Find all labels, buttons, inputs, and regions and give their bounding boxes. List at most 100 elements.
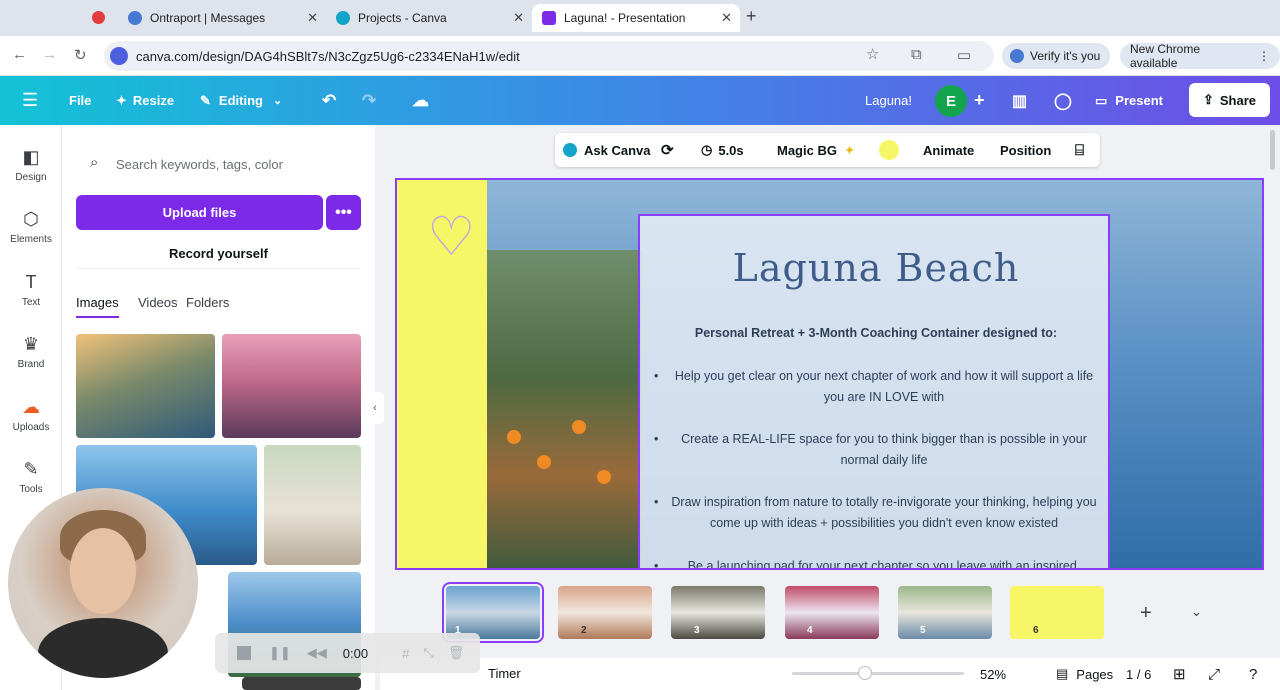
- extensions-icon[interactable]: ⧉: [911, 46, 922, 63]
- cloud-saved-icon[interactable]: ☁: [412, 76, 429, 125]
- undo-icon[interactable]: ↶: [322, 76, 336, 125]
- rewind-icon[interactable]: ◀◀: [307, 645, 327, 661]
- more-options-button[interactable]: •••: [326, 195, 361, 230]
- rail-item-uploads[interactable]: ☁ Uploads: [0, 397, 62, 433]
- slide-bullet[interactable]: Draw inspiration from nature to totally …: [654, 492, 1104, 534]
- slide-subtitle[interactable]: Personal Retreat + 3-Month Coaching Cont…: [640, 326, 1112, 340]
- reload-icon[interactable]: ↻: [74, 46, 87, 64]
- page-thumbnail[interactable]: [785, 586, 879, 639]
- paint-format-icon[interactable]: ⌸: [1075, 133, 1084, 167]
- upload-files-button[interactable]: Upload files: [76, 195, 323, 230]
- chevron-down-icon[interactable]: ⌄: [1191, 604, 1202, 620]
- stop-icon[interactable]: [237, 646, 251, 660]
- tab-laguna-presentation[interactable]: Laguna! - Presentation ✕: [532, 4, 740, 32]
- fullscreen-icon[interactable]: ⤢: [1208, 658, 1220, 690]
- cliff-flowers-image[interactable]: [487, 250, 642, 568]
- record-yourself-button[interactable]: Record yourself: [76, 239, 361, 269]
- pages-button[interactable]: ▤ Pages: [1056, 658, 1113, 690]
- present-button[interactable]: ▭ Present: [1095, 76, 1163, 125]
- timer-button[interactable]: Timer: [488, 666, 521, 681]
- color-swatch[interactable]: [879, 140, 899, 160]
- grid-icon[interactable]: #: [402, 646, 409, 661]
- position-button[interactable]: Position: [1000, 133, 1051, 167]
- cast-icon[interactable]: ▭: [957, 46, 971, 64]
- insights-chart-icon[interactable]: ▥: [1012, 76, 1027, 125]
- add-collaborator-icon[interactable]: +: [974, 76, 985, 125]
- new-tab-icon[interactable]: +: [746, 6, 757, 27]
- slide-bullet[interactable]: Help you get clear on your next chapter …: [654, 366, 1104, 408]
- site-info-icon[interactable]: [110, 47, 128, 65]
- search-input[interactable]: ⌕ Search keywords, tags, color: [76, 147, 361, 181]
- grid-view-icon[interactable]: ⊞: [1173, 658, 1186, 690]
- animate-button[interactable]: Animate: [923, 133, 974, 167]
- heart-doodle-icon[interactable]: ♡: [427, 205, 475, 268]
- page-counter[interactable]: 1 / 6: [1126, 658, 1151, 690]
- verify-button[interactable]: Verify it's you: [1002, 43, 1111, 69]
- zoom-slider-handle[interactable]: [858, 666, 872, 680]
- close-icon[interactable]: ✕: [721, 10, 732, 26]
- image-thumbnail[interactable]: [264, 445, 361, 565]
- file-menu[interactable]: File: [69, 76, 91, 125]
- pause-icon[interactable]: ❚❚: [269, 645, 291, 661]
- update-label: New Chrome available: [1130, 42, 1201, 70]
- avatar[interactable]: E: [935, 85, 967, 117]
- slide-bullet[interactable]: Create a REAL-LIFE space for you to thin…: [654, 429, 1104, 471]
- image-thumbnail[interactable]: [222, 334, 361, 438]
- magic-bg-button[interactable]: Magic BG ✦: [777, 133, 854, 167]
- canvas-scrollbar[interactable]: [1270, 130, 1275, 170]
- zoom-slider[interactable]: [792, 672, 964, 675]
- design-title[interactable]: Laguna!: [865, 76, 912, 125]
- rail-item-elements[interactable]: ⬡ Elements: [0, 209, 62, 245]
- close-icon[interactable]: ✕: [307, 10, 318, 26]
- delete-icon[interactable]: 🗑: [448, 645, 465, 661]
- resize-button[interactable]: ✦ Resize: [116, 76, 174, 125]
- tab-folders[interactable]: Folders: [186, 295, 229, 310]
- redo-icon[interactable]: ↷: [362, 76, 376, 125]
- chrome-update-button[interactable]: New Chrome available ⋮: [1120, 42, 1280, 70]
- close-icon[interactable]: ✕: [513, 10, 524, 26]
- share-button[interactable]: ⇪ Share: [1189, 83, 1270, 117]
- ontraport-favicon-icon: [128, 11, 142, 25]
- bookmark-star-icon[interactable]: ☆: [866, 45, 879, 63]
- image-thumbnail[interactable]: [76, 334, 215, 438]
- pencil-icon: ✎: [200, 92, 211, 108]
- rail-item-design[interactable]: ◧ Design: [0, 147, 62, 183]
- expand-icon[interactable]: ⤡: [423, 645, 433, 661]
- refresh-suggestions-icon[interactable]: ⟳: [661, 133, 674, 167]
- comment-icon[interactable]: ◯: [1054, 76, 1072, 125]
- ask-canva-button[interactable]: Ask Canva: [563, 133, 650, 167]
- page-thumbnail[interactable]: [1010, 586, 1104, 639]
- help-icon[interactable]: ?: [1249, 658, 1257, 690]
- kebab-menu-icon: ⋮: [1258, 49, 1270, 63]
- page-number: 4: [807, 625, 813, 636]
- share-label: Share: [1219, 92, 1257, 108]
- tab-ontraport[interactable]: Ontraport | Messages ✕: [118, 4, 326, 32]
- forward-icon[interactable]: →: [42, 46, 57, 63]
- rail-item-brand[interactable]: ♛ Brand: [0, 334, 62, 370]
- clock-icon: ◷: [701, 142, 713, 157]
- rail-label: Design: [15, 172, 47, 183]
- page-thumbnail[interactable]: [671, 586, 765, 639]
- add-page-icon[interactable]: +: [1140, 602, 1152, 625]
- slide-title[interactable]: Laguna Beach: [640, 246, 1112, 290]
- text-box[interactable]: Laguna Beach Personal Retreat + 3-Month …: [638, 214, 1112, 568]
- main-menu-icon[interactable]: ☰: [22, 76, 38, 125]
- tab-projects-canva[interactable]: Projects - Canva ✕: [326, 4, 532, 32]
- slide-canvas[interactable]: ♡ Laguna Beach Personal Retreat + 3-Mont…: [395, 178, 1264, 570]
- slide-bullet[interactable]: Be a launching pad for your next chapter…: [654, 556, 1104, 568]
- page-thumbnail[interactable]: [558, 586, 652, 639]
- rail-item-text[interactable]: T Text: [0, 272, 62, 308]
- zoom-level[interactable]: 52%: [980, 658, 1006, 690]
- url-bar[interactable]: canva.com/design/DAG4hSBlt7s/N3cZgz5Ug6-…: [104, 41, 994, 71]
- duration-button[interactable]: ◷ 5.0s: [701, 133, 744, 167]
- tab-videos[interactable]: Videos: [138, 295, 178, 310]
- page-thumbnail[interactable]: [898, 586, 992, 639]
- page-number: 6: [1033, 625, 1039, 636]
- editing-mode-dropdown[interactable]: ✎ Editing ⌄: [200, 76, 282, 125]
- image-thumbnail[interactable]: [242, 677, 361, 690]
- back-icon[interactable]: ←: [12, 46, 27, 63]
- rail-item-tools[interactable]: ✎ Tools: [0, 459, 62, 495]
- collapse-panel-button[interactable]: ‹: [366, 392, 384, 424]
- tab-images[interactable]: Images: [76, 295, 119, 318]
- presenter-face: [70, 528, 136, 614]
